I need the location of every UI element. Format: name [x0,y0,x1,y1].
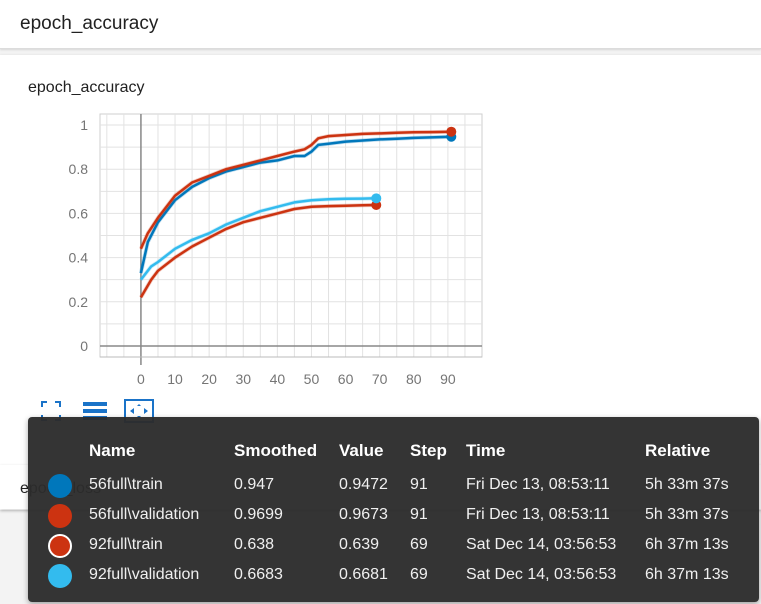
tooltip-row: 92full\train 0.638 0.639 69 Sat Dec 14, … [28,534,759,566]
y-tick-label: 0.8 [69,161,89,177]
row-value: 0.9673 [339,506,388,523]
header-time: Time [466,441,506,460]
tooltip-row: 56full\train 0.947 0.9472 91 Fri Dec 13,… [28,474,759,506]
row-value: 0.9472 [339,476,388,493]
header-relative: Relative [645,441,711,460]
x-tick-label: 30 [235,371,251,387]
x-tick-label: 70 [372,371,388,387]
series-end-point [446,126,457,137]
row-name: 56full\validation [89,506,200,523]
header-smoothed: Smoothed [234,441,318,460]
row-step: 91 [410,506,428,523]
row-smoothed: 0.638 [234,536,275,553]
row-relative: 5h 33m 37s [645,476,729,493]
row-step: 69 [410,566,428,583]
header-value: Value [339,441,384,460]
x-tick-label: 20 [201,371,217,387]
row-value: 0.639 [339,536,380,553]
row-smoothed: 0.6683 [234,566,283,583]
series-color-swatch [48,564,72,588]
row-time: Fri Dec 13, 08:53:11 [466,506,610,523]
y-tick-label: 0.4 [69,250,89,266]
row-value: 0.6681 [339,566,388,583]
row-step: 69 [410,536,428,553]
row-time: Sat Dec 14, 03:56:53 [466,536,617,553]
section-title: epoch_accuracy [20,13,159,34]
row-name: 92full\validation [89,566,200,583]
series-color-swatch [48,474,72,498]
y-tick-label: 1 [80,117,88,133]
row-smoothed: 0.947 [234,476,275,493]
row-relative: 6h 37m 13s [645,536,729,553]
row-time: Fri Dec 13, 08:53:11 [466,476,610,493]
row-relative: 6h 37m 13s [645,566,729,583]
series-color-swatch [48,504,72,528]
header-step: Step [410,441,447,460]
tooltip-row: 92full\validation 0.6683 0.6681 69 Sat D… [28,564,759,596]
tooltip-row: 56full\validation 0.9699 0.9673 91 Fri D… [28,504,759,536]
header-name: Name [89,441,136,460]
x-tick-label: 60 [338,371,354,387]
x-tick-label: 40 [270,371,286,387]
x-tick-label: 80 [406,371,422,387]
chart-tooltip: Name Smoothed Value Step Time Relative 5… [28,417,759,602]
accuracy-line-chart[interactable]: 00.20.40.60.810 10 20 30 40 50 60 70 80 90 [0,55,761,395]
row-name: 92full\train [89,536,163,553]
tooltip-header-row: Name Smoothed Value Step Time Relative [28,441,759,471]
series-end-point [371,193,382,204]
x-tick-label: 90 [440,371,456,387]
row-time: Sat Dec 14, 03:56:53 [466,566,617,583]
x-tick-label: 0 [137,371,145,387]
x-tick-label: 10 [167,371,183,387]
x-tick-label: 50 [304,371,320,387]
row-relative: 5h 33m 37s [645,506,729,523]
y-tick-label: 0.2 [69,294,89,310]
y-tick-label: 0 [80,338,88,354]
scalar-section-header[interactable]: epoch_accuracy [0,0,761,49]
series-color-swatch [48,534,72,558]
y-tick-label: 0.6 [69,205,89,221]
row-smoothed: 0.9699 [234,506,283,523]
row-name: 56full\train [89,476,163,493]
row-step: 91 [410,476,428,493]
